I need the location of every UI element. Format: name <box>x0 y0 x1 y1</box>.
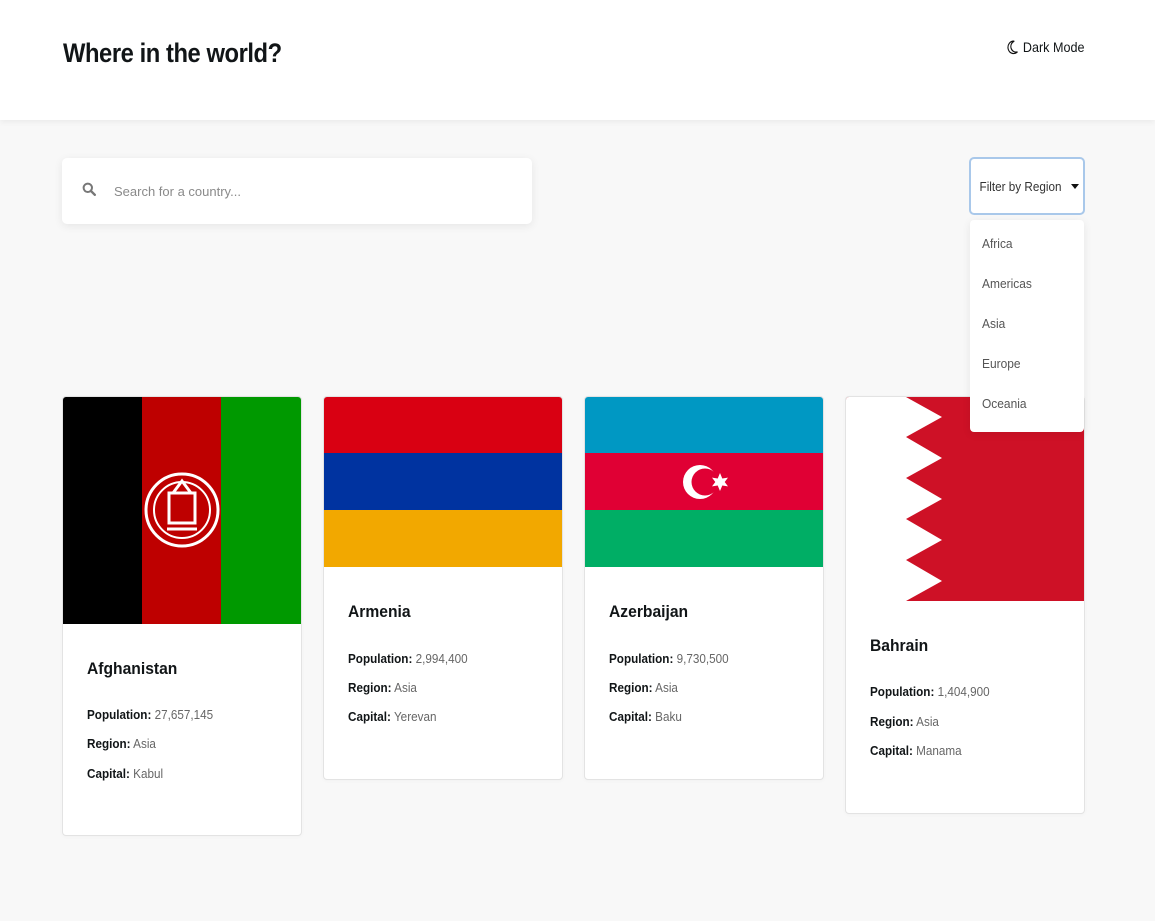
country-name: Afghanistan <box>87 659 178 678</box>
capital-label: Capital: <box>348 709 391 724</box>
country-flag-armenia <box>324 397 562 567</box>
population-value: 1,404,900 <box>937 684 990 699</box>
region-option-africa[interactable]: Africa <box>982 236 1013 251</box>
capital-value: Baku <box>655 709 682 724</box>
caret-down-icon <box>1070 184 1079 189</box>
country-card-bahrain[interactable]: Bahrain Population: 1,404,900 Region: As… <box>845 396 1085 814</box>
country-population: Population: 1,404,900 <box>870 684 990 699</box>
region-option-americas[interactable]: Americas <box>982 276 1032 291</box>
capital-value: Yerevan <box>393 709 437 724</box>
capital-label: Capital: <box>609 709 652 724</box>
population-label: Population: <box>87 707 152 722</box>
country-card-azerbaijan[interactable]: Azerbaijan Population: 9,730,500 Region:… <box>584 396 824 780</box>
country-name: Armenia <box>348 602 411 621</box>
population-value: 9,730,500 <box>676 651 729 666</box>
country-card-armenia[interactable]: Armenia Population: 2,994,400 Region: As… <box>323 396 563 780</box>
search-icon <box>82 182 96 196</box>
capital-value: Kabul <box>133 766 164 781</box>
region-value: Asia <box>916 714 939 729</box>
app-title: Where in the world? <box>63 38 282 68</box>
capital-label: Capital: <box>87 766 130 781</box>
population-label: Population: <box>870 684 935 699</box>
region-value: Asia <box>133 736 156 751</box>
region-dropdown: Africa Americas Asia Europe Oceania <box>970 220 1084 432</box>
country-population: Population: 2,994,400 <box>348 651 468 666</box>
capital-label: Capital: <box>870 743 913 758</box>
country-region: Region: Asia <box>870 714 939 729</box>
region-label: Region: <box>609 680 653 695</box>
region-label: Region: <box>870 714 914 729</box>
country-region: Region: Asia <box>87 736 156 751</box>
country-flag-azerbaijan <box>585 397 823 567</box>
population-label: Population: <box>609 651 674 666</box>
country-region: Region: Asia <box>348 680 417 695</box>
region-label: Region: <box>348 680 392 695</box>
population-value: 27,657,145 <box>154 707 214 722</box>
region-option-asia[interactable]: Asia <box>982 316 1005 331</box>
region-value: Asia <box>655 680 678 695</box>
region-label: Region: <box>87 736 131 751</box>
moon-icon <box>1006 40 1018 54</box>
country-population: Population: 9,730,500 <box>609 651 729 666</box>
country-name: Bahrain <box>870 636 929 655</box>
app-header: Where in the world? Dark Mode <box>0 0 1155 120</box>
search-input[interactable] <box>114 158 514 224</box>
country-capital: Capital: Yerevan <box>348 709 436 724</box>
region-filter-button[interactable]: Filter by Region <box>969 157 1085 215</box>
dark-mode-toggle[interactable]: Dark Mode <box>1006 39 1084 55</box>
country-flag-afghanistan <box>63 397 301 624</box>
country-region: Region: Asia <box>609 680 678 695</box>
population-value: 2,994,400 <box>415 651 468 666</box>
region-option-oceania[interactable]: Oceania <box>982 396 1027 411</box>
capital-value: Manama <box>916 743 962 758</box>
region-value: Asia <box>394 680 417 695</box>
country-card-afghanistan[interactable]: Afghanistan Population: 27,657,145 Regio… <box>62 396 302 836</box>
country-capital: Capital: Baku <box>609 709 682 724</box>
dark-mode-label: Dark Mode <box>1022 39 1084 55</box>
country-name: Azerbaijan <box>609 602 689 621</box>
country-capital: Capital: Kabul <box>87 766 163 781</box>
population-label: Population: <box>348 651 413 666</box>
region-filter-label: Filter by Region <box>980 178 1062 194</box>
country-population: Population: 27,657,145 <box>87 707 213 722</box>
search-box <box>62 158 532 224</box>
country-capital: Capital: Manama <box>870 743 962 758</box>
region-option-europe[interactable]: Europe <box>982 356 1021 371</box>
